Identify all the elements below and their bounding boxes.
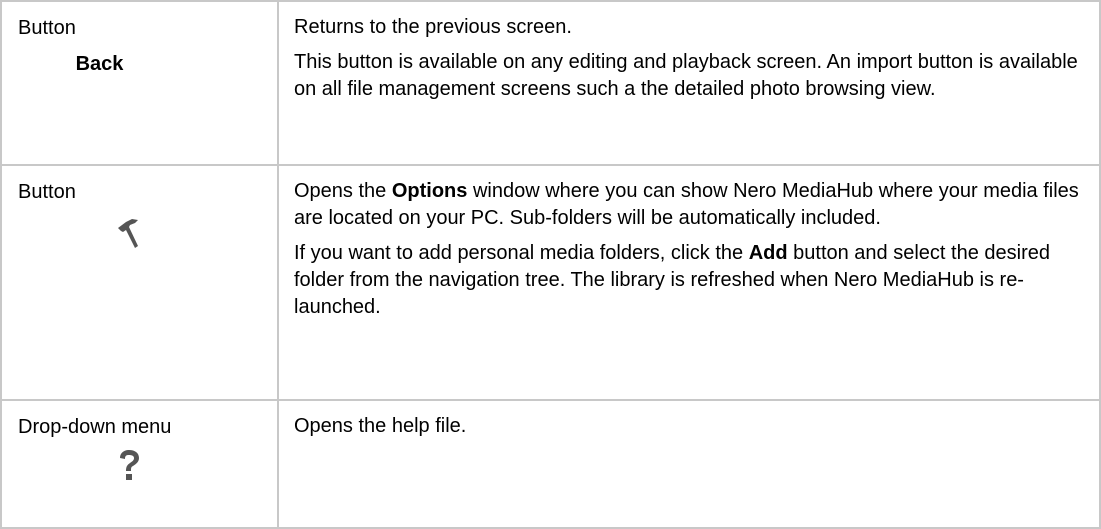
add-button-name: Add: [748, 242, 788, 264]
description-paragraph: Returns to the previous screen.: [294, 16, 572, 38]
element-type-label: Button: [18, 181, 76, 203]
reference-table: Button Back Returns to the previous scre…: [0, 0, 1101, 529]
description-paragraph: Opens the help file.: [294, 415, 467, 437]
help-question-icon: [120, 450, 139, 480]
description: Returns to the previous screen. This but…: [279, 14, 1099, 103]
back-button-label: Back: [75, 53, 124, 75]
row-label-cell: Button: [0, 164, 279, 401]
description: Opens the help file.: [279, 413, 1099, 440]
row-label-cell: Button Back: [0, 0, 279, 166]
description: Opens the Options window where you can s…: [279, 178, 1099, 321]
element-type-label: Drop-down menu: [18, 416, 172, 438]
options-window-name: Options: [391, 180, 468, 202]
hammer-icon: [118, 219, 138, 248]
table-row: Button Back Returns to the previous scre…: [0, 0, 1101, 166]
row-description-cell: Returns to the previous screen. This but…: [277, 0, 1101, 166]
row-description-cell: Opens the help file.: [277, 399, 1101, 529]
row-description-cell: Opens the Options window where you can s…: [277, 164, 1101, 401]
table-row: Drop-down menu Opens the help file.: [0, 399, 1101, 529]
row-label-cell: Drop-down menu: [0, 399, 279, 529]
text-span: If you want to add personal media folder…: [294, 242, 749, 264]
text-span: Opens the: [294, 180, 392, 202]
description-paragraph: Opens the Options window where you can s…: [294, 178, 1081, 232]
element-type-label: Button: [18, 17, 76, 39]
description-paragraph: This button is available on any editing …: [294, 51, 1078, 100]
table-row: Button Opens the Options window where yo…: [0, 164, 1101, 401]
description-paragraph: If you want to add personal media folder…: [294, 240, 1081, 321]
